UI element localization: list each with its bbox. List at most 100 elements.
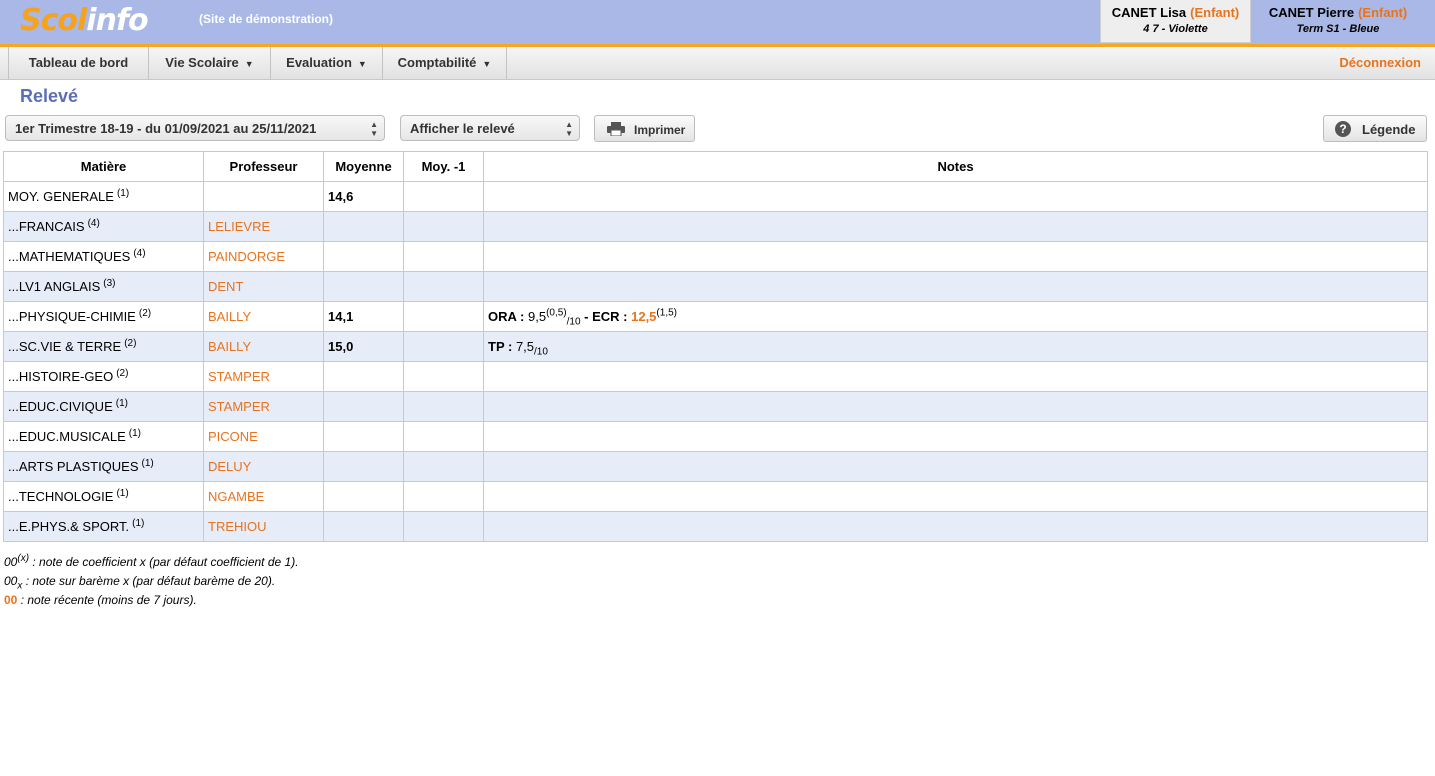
notes-cell: [483, 271, 1428, 302]
prev-average-cell: [403, 421, 484, 452]
child-selector-pierre[interactable]: CANET Pierre (Enfant) Term S1 - Bleue: [1258, 0, 1418, 42]
prev-average-cell: [403, 241, 484, 272]
caret-down-icon: ▼: [482, 59, 492, 69]
prev-average-cell: [403, 511, 484, 542]
teacher-link[interactable]: PICONE: [203, 421, 324, 452]
child-role: (Enfant): [1358, 5, 1408, 20]
teacher-link[interactable]: PAINDORGE: [203, 241, 324, 272]
teacher-link[interactable]: DENT: [203, 271, 324, 302]
teacher-link[interactable]: STAMPER: [203, 361, 324, 392]
subject-cell: ...LV1 ANGLAIS (3): [3, 271, 204, 302]
prev-average-cell: [403, 391, 484, 422]
logout-link[interactable]: Déconnexion: [1339, 47, 1421, 79]
table-header-row: Matière Professeur Moyenne Moy. -1 Notes: [3, 151, 1428, 182]
table-row: ...PHYSIQUE-CHIMIE (2) BAILLY 14,1 ORA : …: [3, 301, 1428, 332]
child-selector-lisa[interactable]: CANET Lisa (Enfant) 4 7 - Violette: [1100, 0, 1251, 43]
nav-vie-scolaire[interactable]: Vie Scolaire ▼: [148, 47, 270, 79]
select-arrows-icon: ▲ ▼: [565, 120, 573, 138]
prev-average-cell: [403, 451, 484, 482]
site-subtitle: (Site de démonstration): [199, 12, 334, 26]
top-header: Scolinfo (Site de démonstration) CANET L…: [0, 0, 1435, 47]
table-row: ...HISTOIRE-GEO (2) STAMPER: [3, 361, 1428, 392]
prev-average-cell: [403, 271, 484, 302]
table-row: MOY. GENERALE (1) 14,6: [3, 181, 1428, 212]
prev-average-cell: [403, 481, 484, 512]
table-row: ...EDUC.CIVIQUE (1) STAMPER: [3, 391, 1428, 422]
header-moy-prev: Moy. -1: [403, 151, 484, 182]
notes-cell: ORA : 9,5(0,5)/10 - ECR : 12,5(1,5): [483, 301, 1428, 332]
prev-average-cell: [403, 331, 484, 362]
average-cell: [323, 421, 404, 452]
select-arrows-icon: ▲ ▼: [370, 120, 378, 138]
legend-notes: 00(x) : note de coefficient x (par défau…: [4, 553, 299, 612]
average-cell: [323, 391, 404, 422]
average-cell: [323, 211, 404, 242]
average-cell: 14,1: [323, 301, 404, 332]
grades-table: Matière Professeur Moyenne Moy. -1 Notes…: [3, 151, 1428, 542]
legend-recent-line: 00 : note récente (moins de 7 jours).: [4, 593, 197, 607]
help-icon: ?: [1335, 121, 1351, 137]
subject-cell: MOY. GENERALE (1): [3, 181, 204, 212]
caret-down-icon: ▼: [357, 59, 367, 69]
notes-cell: [483, 361, 1428, 392]
teacher-link[interactable]: LELIEVRE: [203, 211, 324, 242]
subject-cell: ...E.PHYS.& SPORT. (1): [3, 511, 204, 542]
subject-cell: ...EDUC.MUSICALE (1): [3, 421, 204, 452]
table-row: ...MATHEMATIQUES (4) PAINDORGE: [3, 241, 1428, 272]
average-cell: [323, 271, 404, 302]
prev-average-cell: [403, 211, 484, 242]
average-cell: [323, 481, 404, 512]
nav-comptabilite[interactable]: Comptabilité ▼: [382, 47, 507, 79]
average-cell: 14,6: [323, 181, 404, 212]
page-title: Relevé: [20, 86, 79, 106]
teacher-link[interactable]: STAMPER: [203, 391, 324, 422]
legend-coef-line: 00(x) : note de coefficient x (par défau…: [4, 553, 299, 570]
table-row: ...SC.VIE & TERRE (2) BAILLY 15,0 TP : 7,…: [3, 331, 1428, 362]
note-value[interactable]: 7,5/10: [516, 339, 548, 357]
notes-cell: [483, 421, 1428, 452]
notes-cell: [483, 211, 1428, 242]
teacher-link[interactable]: NGAMBE: [203, 481, 324, 512]
note-value-recent[interactable]: 12,5(1,5): [631, 308, 677, 324]
subject-cell: ...PHYSIQUE-CHIMIE (2): [3, 301, 204, 332]
table-row: ...FRANCAIS (4) LELIEVRE: [3, 211, 1428, 242]
table-row: ...EDUC.MUSICALE (1) PICONE: [3, 421, 1428, 452]
header-matiere: Matière: [3, 151, 204, 182]
nav-evaluation[interactable]: Evaluation ▼: [270, 47, 382, 79]
teacher-link[interactable]: BAILLY: [203, 331, 324, 362]
prev-average-cell: [403, 361, 484, 392]
legend-button[interactable]: ? Légende: [1323, 115, 1427, 142]
table-row: ...E.PHYS.& SPORT. (1) TREHIOU: [3, 511, 1428, 542]
prev-average-cell: [403, 301, 484, 332]
period-select[interactable]: 1er Trimestre 18-19 - du 01/09/2021 au 2…: [5, 115, 385, 141]
notes-cell: TP : 7,5/10: [483, 331, 1428, 362]
nav-tableau-de-bord[interactable]: Tableau de bord: [8, 47, 148, 79]
notes-cell: [483, 451, 1428, 482]
note-value[interactable]: 9,5(0,5)/10: [528, 308, 581, 327]
scolinfo-logo[interactable]: Scolinfo: [20, 2, 149, 40]
header-moyenne: Moyenne: [323, 151, 404, 182]
average-cell: [323, 511, 404, 542]
teacher-link[interactable]: DELUY: [203, 451, 324, 482]
subject-cell: ...SC.VIE & TERRE (2): [3, 331, 204, 362]
child-name: CANET Pierre: [1268, 5, 1355, 20]
teacher-link[interactable]: BAILLY: [203, 301, 324, 332]
main-nav: Tableau de bord Vie Scolaire ▼ Evaluation…: [0, 47, 1435, 80]
average-cell: [323, 241, 404, 272]
subject-cell: ...TECHNOLOGIE (1): [3, 481, 204, 512]
average-cell: [323, 451, 404, 482]
print-button[interactable]: Imprimer: [594, 115, 695, 142]
teacher-cell: [203, 181, 324, 212]
table-row: ...ARTS PLASTIQUES (1) DELUY: [3, 451, 1428, 482]
notes-cell: [483, 181, 1428, 212]
subject-cell: ...ARTS PLASTIQUES (1): [3, 451, 204, 482]
caret-down-icon: ▼: [244, 59, 254, 69]
teacher-link[interactable]: TREHIOU: [203, 511, 324, 542]
legend-bareme-line: 00x : note sur barème x (par défaut barè…: [4, 574, 276, 592]
average-cell: 15,0: [323, 331, 404, 362]
subject-cell: ...EDUC.CIVIQUE (1): [3, 391, 204, 422]
notes-cell: [483, 391, 1428, 422]
display-select[interactable]: Afficher le relevé ▲ ▼: [400, 115, 580, 141]
prev-average-cell: [403, 181, 484, 212]
table-row: ...TECHNOLOGIE (1) NGAMBE: [3, 481, 1428, 512]
